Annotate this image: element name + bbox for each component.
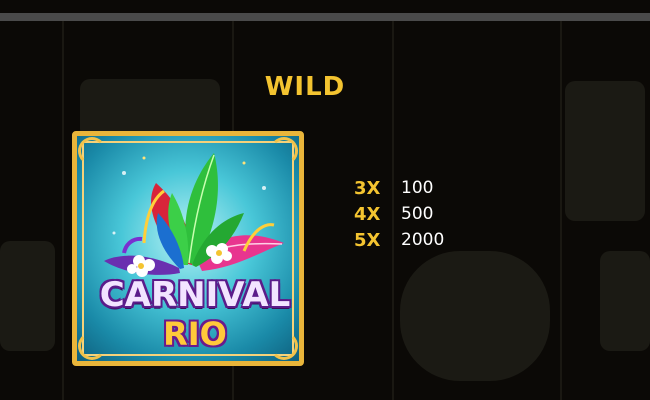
payout-value: 2000 [401,230,445,250]
tile-inner-frame: CARNIVAL RIO [78,137,298,360]
payout-value: 500 [401,204,434,224]
paytable: 3X 100 4X 500 5X 2000 [354,175,444,253]
faded-symbol [0,241,55,351]
wild-symbol-tile: CARNIVAL RIO [72,131,304,366]
logo-rio-text: RIO [163,315,227,353]
faded-symbol [565,81,645,221]
faded-symbol [600,251,650,351]
faded-symbol [400,251,550,381]
paytable-row: 5X 2000 [354,227,444,253]
logo-carnival-text: CARNIVAL [99,275,291,315]
paytable-row: 4X 500 [354,201,444,227]
multiplier-label: 3X [354,177,381,199]
multiplier-label: 4X [354,203,381,225]
paytable-row: 3X 100 [354,175,444,201]
multiplier-label: 5X [354,229,381,251]
payout-value: 100 [401,178,434,198]
symbol-title: WILD [264,72,346,102]
top-divider-bar [0,13,650,21]
